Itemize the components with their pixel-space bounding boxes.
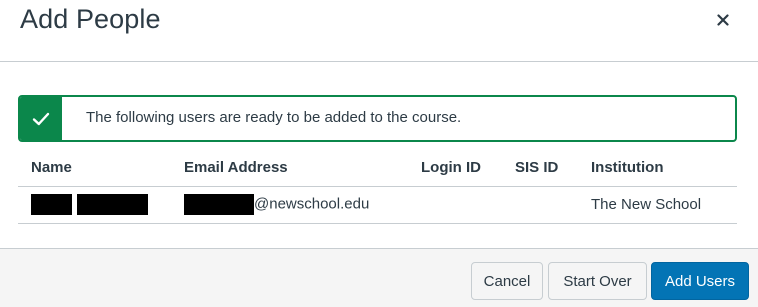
success-alert: The following users are ready to be adde… xyxy=(18,95,737,142)
user-email-cell: @newschool.edu xyxy=(171,186,408,224)
header-sis-id: SIS ID xyxy=(502,150,578,187)
email-domain: @newschool.edu xyxy=(254,195,370,213)
alert-icon-box xyxy=(20,97,62,140)
close-icon xyxy=(717,14,729,26)
redacted-last-name xyxy=(77,194,148,215)
modal-header: Add People xyxy=(0,0,758,62)
user-institution-cell: The New School xyxy=(578,186,737,224)
alert-message: The following users are ready to be adde… xyxy=(86,109,462,126)
user-sis-id-cell xyxy=(502,186,578,224)
modal-footer: Cancel Start Over Add Users xyxy=(0,248,758,307)
table-row: @newschool.edu The New School xyxy=(18,186,737,224)
checkmark-icon xyxy=(32,112,50,125)
redacted-first-name xyxy=(31,194,72,215)
user-name-cell xyxy=(18,186,171,224)
close-button[interactable] xyxy=(711,8,735,32)
start-over-button[interactable]: Start Over xyxy=(548,262,647,300)
user-login-id-cell xyxy=(408,186,502,224)
add-users-button[interactable]: Add Users xyxy=(651,262,749,300)
cancel-button[interactable]: Cancel xyxy=(471,262,543,300)
modal-title: Add People xyxy=(20,4,161,34)
users-table: Name Email Address Login ID SIS ID Insti… xyxy=(18,150,737,224)
header-login-id: Login ID xyxy=(408,150,502,187)
redacted-email-local xyxy=(184,194,254,215)
header-email: Email Address xyxy=(171,150,408,187)
header-name: Name xyxy=(18,150,171,187)
table-header-row: Name Email Address Login ID SIS ID Insti… xyxy=(18,150,737,187)
header-institution: Institution xyxy=(578,150,737,187)
